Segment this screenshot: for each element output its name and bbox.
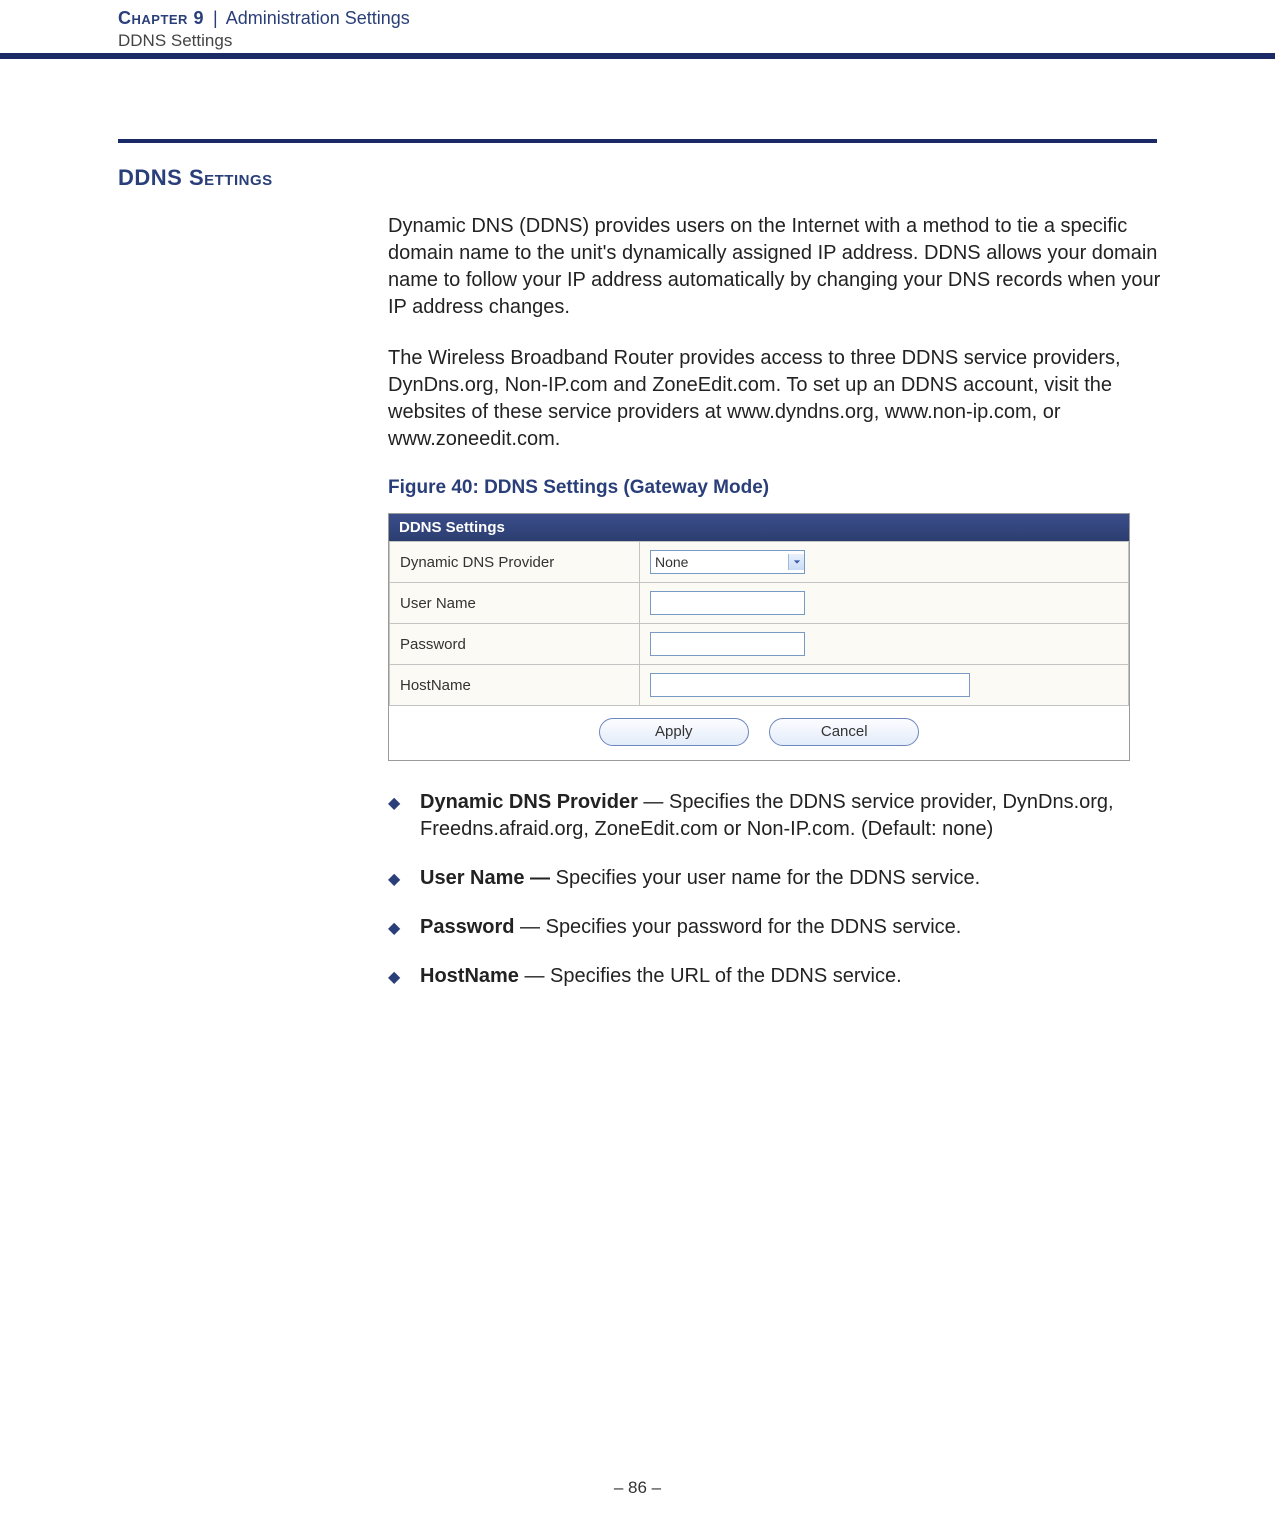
apply-button[interactable]: Apply <box>599 718 749 746</box>
table-row: Password <box>390 624 1129 665</box>
password-label: Password <box>390 624 640 665</box>
breadcrumb-separator: | <box>209 8 222 28</box>
list-item-term: HostName <box>420 965 519 987</box>
list-item-rest: — Specifies your password for the DDNS s… <box>514 916 961 938</box>
provider-select[interactable]: None <box>650 550 805 574</box>
table-row: Dynamic DNS Provider None <box>390 542 1129 583</box>
provider-label: Dynamic DNS Provider <box>390 542 640 583</box>
hostname-input[interactable] <box>650 673 970 697</box>
cancel-button[interactable]: Cancel <box>769 718 919 746</box>
diamond-bullet-icon: ◆ <box>388 789 420 843</box>
section-title-text: DDNS Settings <box>118 165 273 190</box>
list-item-text: Password — Specifies your password for t… <box>420 914 1178 941</box>
field-description-list: ◆ Dynamic DNS Provider — Specifies the D… <box>388 789 1178 990</box>
ddns-settings-panel: DDNS Settings Dynamic DNS Provider None <box>388 513 1130 761</box>
list-item: ◆ User Name — Specifies your user name f… <box>388 865 1178 892</box>
username-input[interactable] <box>650 591 805 615</box>
hostname-cell <box>640 665 1129 706</box>
panel-button-row: Apply Cancel <box>389 706 1129 746</box>
list-item-text: Dynamic DNS Provider — Specifies the DDN… <box>420 789 1178 843</box>
diamond-bullet-icon: ◆ <box>388 963 420 990</box>
chapter-label: Chapter 9 <box>118 8 204 28</box>
password-input[interactable] <box>650 632 805 656</box>
breadcrumb: Chapter 9 | Administration Settings <box>118 8 1275 29</box>
table-row: User Name <box>390 583 1129 624</box>
username-cell <box>640 583 1129 624</box>
list-item-rest: Specifies your user name for the DDNS se… <box>550 867 980 889</box>
list-item-term: User Name — <box>420 867 550 889</box>
figure-caption: Figure 40: DDNS Settings (Gateway Mode) <box>388 477 1178 499</box>
password-cell <box>640 624 1129 665</box>
section-rule <box>118 139 1157 143</box>
intro-paragraph-2: The Wireless Broadband Router provides a… <box>388 345 1178 453</box>
panel-title: DDNS Settings <box>389 514 1129 541</box>
page-header: Chapter 9 | Administration Settings DDNS… <box>0 0 1275 53</box>
list-item-text: HostName — Specifies the URL of the DDNS… <box>420 963 1178 990</box>
provider-select-value: None <box>655 554 688 570</box>
list-item: ◆ Dynamic DNS Provider — Specifies the D… <box>388 789 1178 843</box>
username-label: User Name <box>390 583 640 624</box>
diamond-bullet-icon: ◆ <box>388 914 420 941</box>
page-number: – 86 – <box>0 1478 1275 1498</box>
section-title: DDNS Settings <box>118 165 1157 191</box>
chapter-subtitle: DDNS Settings <box>118 29 1275 51</box>
list-item-term: Dynamic DNS Provider <box>420 791 638 813</box>
diamond-bullet-icon: ◆ <box>388 865 420 892</box>
list-item: ◆ HostName — Specifies the URL of the DD… <box>388 963 1178 990</box>
hostname-label: HostName <box>390 665 640 706</box>
table-row: HostName <box>390 665 1129 706</box>
list-item-text: User Name — Specifies your user name for… <box>420 865 1178 892</box>
provider-cell: None <box>640 542 1129 583</box>
settings-table: Dynamic DNS Provider None User Name <box>389 541 1129 706</box>
chapter-title: Administration Settings <box>226 8 410 28</box>
list-item-term: Password <box>420 916 514 938</box>
intro-paragraph-1: Dynamic DNS (DDNS) provides users on the… <box>388 213 1178 321</box>
list-item-rest: — Specifies the URL of the DDNS service. <box>519 965 902 987</box>
list-item: ◆ Password — Specifies your password for… <box>388 914 1178 941</box>
chevron-down-icon <box>788 554 804 570</box>
